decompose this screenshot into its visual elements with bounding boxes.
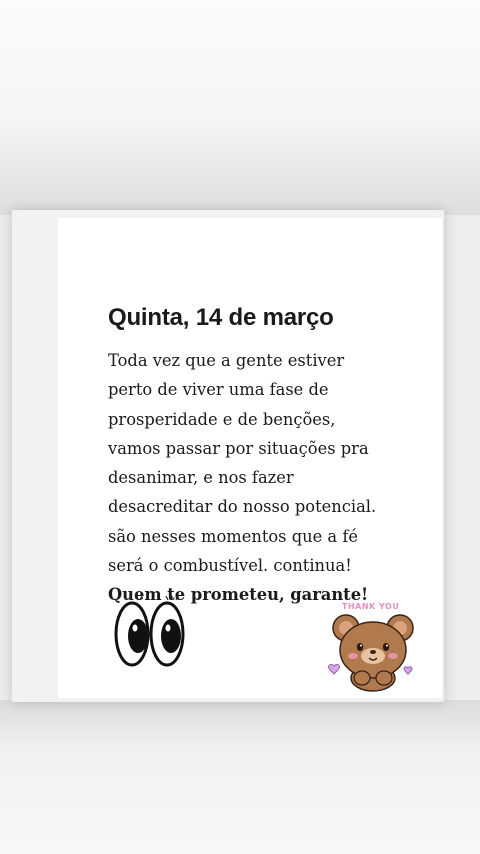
body-line: prosperidade e de benções, — [108, 409, 336, 429]
body-line: perto de viver uma fase de — [108, 380, 329, 400]
post-title: Quinta, 14 de março — [108, 304, 334, 331]
background-top — [0, 0, 480, 215]
post-body: Toda vez que a gente estiver perto de vi… — [108, 346, 448, 610]
bear-sticker-icon — [328, 614, 414, 692]
body-line: desacreditar do nosso potencial. — [108, 497, 377, 517]
body-line: vamos passar por situações pra — [108, 438, 369, 458]
body-line: são nesses momentos que a fé — [108, 526, 358, 546]
post-card: Quinta, 14 de março Toda vez que a gente… — [58, 218, 442, 698]
body-line: será o combustível. continua! — [108, 556, 352, 576]
body-line: Toda vez que a gente estiver — [108, 351, 345, 370]
background-bottom — [0, 700, 480, 854]
body-line: desanimar, e nos fazer — [108, 468, 294, 488]
eyes-icon — [114, 596, 185, 667]
